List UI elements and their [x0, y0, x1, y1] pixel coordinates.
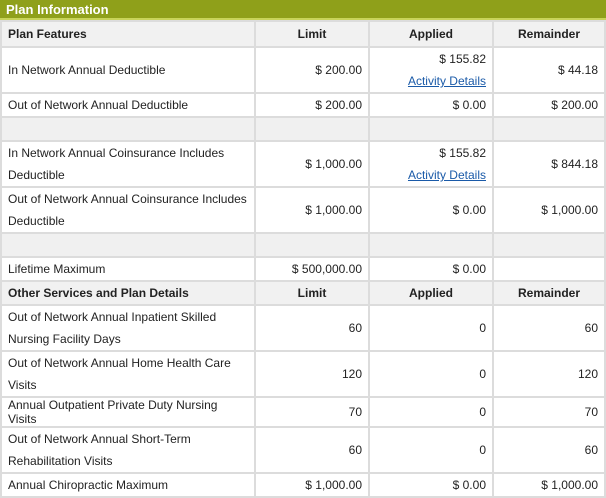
feature-name: Annual Chiropractic Maximum — [0, 472, 256, 498]
remainder-value: 60 — [492, 426, 606, 474]
applied-value: $ 155.82 — [439, 52, 486, 66]
activity-details-link[interactable]: Activity Details — [408, 74, 486, 88]
limit-value: $ 200.00 — [254, 46, 370, 94]
limit-value: 70 — [254, 396, 370, 428]
feature-name: Out of Network Annual Deductible — [0, 92, 256, 118]
separator-row — [0, 116, 606, 142]
table-row: Out of Network Annual Home Health Care V… — [0, 350, 606, 398]
feature-name: Out of Network Annual Coinsurance Includ… — [0, 186, 256, 234]
header-remainder: Remainder — [492, 20, 606, 48]
applied-value: $ 0.00 — [368, 186, 494, 234]
plan-table: Plan Features Limit Applied Remainder In… — [0, 20, 606, 498]
remainder-value: $ 844.18 — [492, 140, 606, 188]
feature-name: Lifetime Maximum — [0, 256, 256, 282]
limit-value: $ 200.00 — [254, 92, 370, 118]
feature-name: In Network Annual Coinsurance Includes D… — [0, 140, 256, 188]
limit-value: 120 — [254, 350, 370, 398]
applied-value: $ 0.00 — [368, 92, 494, 118]
remainder-value — [492, 256, 606, 282]
applied-value: $ 155.82 — [439, 146, 486, 160]
feature-name: Out of Network Annual Home Health Care V… — [0, 350, 256, 398]
limit-value: $ 1,000.00 — [254, 140, 370, 188]
plan-information-panel: Plan Information Plan Features Limit App… — [0, 0, 606, 498]
applied-value: 0 — [368, 396, 494, 428]
table-row: Annual Chiropractic Maximum $ 1,000.00 $… — [0, 472, 606, 498]
applied-cell: $ 155.82 Activity Details — [368, 46, 494, 94]
remainder-value: $ 200.00 — [492, 92, 606, 118]
table-row: Out of Network Annual Deductible $ 200.0… — [0, 92, 606, 118]
applied-value: 0 — [368, 304, 494, 352]
limit-value: $ 500,000.00 — [254, 256, 370, 282]
header-plan-features: Plan Features — [0, 20, 256, 48]
table-row: In Network Annual Deductible $ 200.00 $ … — [0, 46, 606, 94]
table-row: Lifetime Maximum $ 500,000.00 $ 0.00 — [0, 256, 606, 282]
separator-row — [0, 232, 606, 258]
feature-name: Annual Outpatient Private Duty Nursing V… — [0, 396, 256, 428]
table-row: Out of Network Annual Inpatient Skilled … — [0, 304, 606, 352]
remainder-value: 60 — [492, 304, 606, 352]
header-applied: Applied — [368, 20, 494, 48]
applied-value: 0 — [368, 426, 494, 474]
header-applied: Applied — [368, 280, 494, 306]
remainder-value: $ 1,000.00 — [492, 472, 606, 498]
panel-title: Plan Information — [0, 0, 606, 20]
feature-name: In Network Annual Deductible — [0, 46, 256, 94]
header-limit: Limit — [254, 20, 370, 48]
remainder-value: 70 — [492, 396, 606, 428]
limit-value: 60 — [254, 304, 370, 352]
limit-value: $ 1,000.00 — [254, 472, 370, 498]
limit-value: 60 — [254, 426, 370, 474]
feature-name: Out of Network Annual Inpatient Skilled … — [0, 304, 256, 352]
applied-value: 0 — [368, 350, 494, 398]
remainder-value: $ 1,000.00 — [492, 186, 606, 234]
table-row: Out of Network Annual Short-Term Rehabil… — [0, 426, 606, 474]
applied-value: $ 0.00 — [368, 256, 494, 282]
feature-name: Out of Network Annual Short-Term Rehabil… — [0, 426, 256, 474]
remainder-value: $ 44.18 — [492, 46, 606, 94]
limit-value: $ 1,000.00 — [254, 186, 370, 234]
remainder-value: 120 — [492, 350, 606, 398]
table-row: In Network Annual Coinsurance Includes D… — [0, 140, 606, 188]
table-row: Out of Network Annual Coinsurance Includ… — [0, 186, 606, 234]
header-remainder: Remainder — [492, 280, 606, 306]
table-row: Annual Outpatient Private Duty Nursing V… — [0, 396, 606, 428]
applied-cell: $ 155.82 Activity Details — [368, 140, 494, 188]
applied-value: $ 0.00 — [368, 472, 494, 498]
header-other-services: Other Services and Plan Details — [0, 280, 256, 306]
header-limit: Limit — [254, 280, 370, 306]
header-row: Plan Features Limit Applied Remainder — [0, 20, 606, 48]
header-row: Other Services and Plan Details Limit Ap… — [0, 280, 606, 306]
activity-details-link[interactable]: Activity Details — [408, 168, 486, 182]
